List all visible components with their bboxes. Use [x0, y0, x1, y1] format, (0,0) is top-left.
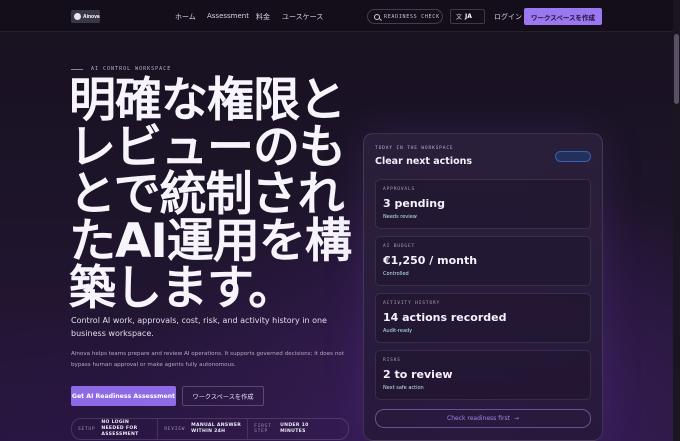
scrollbar-thumb[interactable]	[674, 34, 679, 104]
top-nav: Ainova ホーム Assessment 料金 ユースケース READINES…	[0, 0, 673, 32]
logo[interactable]: Ainova	[71, 10, 100, 23]
card-value: 2 to review	[383, 368, 453, 381]
scrollbar[interactable]	[673, 0, 680, 441]
hero-lead: Control AI work, approvals, cost, risk, …	[71, 316, 327, 338]
fact-key: FIRST STEP	[254, 424, 272, 434]
language-label: JA	[465, 13, 472, 20]
card-label: RISKS	[383, 358, 401, 363]
eyebrow-divider	[71, 69, 83, 70]
hero-facts-strip: SETUP NO LOGIN NEEDED FOR ASSESSMENT REV…	[71, 418, 349, 440]
card-activity-history[interactable]: ACTIVITY HISTORY 14 actions recorded Aud…	[375, 293, 591, 343]
create-workspace-button[interactable]: ワークスペースを作成	[524, 8, 602, 25]
card-status: Next safe action	[383, 385, 424, 391]
card-status: Audit-ready	[383, 328, 413, 334]
logo-mark-icon	[74, 13, 81, 20]
fact-setup: SETUP NO LOGIN NEEDED FOR ASSESSMENT	[72, 419, 157, 439]
fact-value: NO LOGIN NEEDED FOR ASSESSMENT	[101, 420, 139, 437]
nav-link-pricing[interactable]: 料金	[256, 12, 270, 22]
translate-icon: 文	[456, 14, 463, 21]
card-ai-budget[interactable]: AI BUDGET €1,250 / month Controlled	[375, 236, 591, 286]
panel-eyebrow: TODAY IN THE WORKSPACE	[375, 146, 454, 151]
readiness-check-label: READINESS CHECK	[384, 13, 440, 20]
login-link[interactable]: ログイン	[494, 12, 522, 22]
arrow-right-icon: →	[513, 415, 519, 422]
logo-text: Ainova	[83, 13, 100, 20]
status-badge	[555, 151, 591, 162]
card-risks[interactable]: RISKS 2 to review Next safe action	[375, 350, 591, 400]
card-label: ACTIVITY HISTORY	[383, 301, 441, 306]
search-icon	[374, 13, 380, 20]
fact-first-step: FIRST STEP UNDER 10 MINUTES	[247, 419, 320, 439]
nav-link-home[interactable]: ホーム	[175, 12, 196, 22]
fact-key: SETUP	[78, 426, 96, 432]
card-value: €1,250 / month	[383, 254, 478, 267]
hero-eyebrow: AI CONTROL WORKSPACE	[91, 66, 172, 72]
nav-link-use-cases[interactable]: ユースケース	[282, 12, 323, 22]
fact-key: REVIEW	[164, 426, 186, 432]
card-label: APPROVALS	[383, 187, 416, 192]
card-status: Needs review	[383, 214, 417, 220]
create-workspace-secondary-button[interactable]: ワークスペースを作成	[182, 386, 264, 406]
fact-value: UNDER 10 MINUTES	[280, 423, 309, 434]
panel-title: Clear next actions	[375, 156, 473, 167]
card-value: 14 actions recorded	[383, 311, 507, 324]
hero-subtext: Ainova helps teams prepare and review AI…	[71, 351, 345, 368]
card-status: Controlled	[383, 271, 409, 277]
card-approvals[interactable]: APPROVALS 3 pending Needs review	[375, 179, 591, 229]
card-label: AI BUDGET	[383, 244, 416, 249]
readiness-assessment-button[interactable]: Get AI Readiness Assessment	[71, 386, 176, 406]
readiness-check-button[interactable]: READINESS CHECK	[367, 9, 443, 24]
check-readiness-label: Check readiness first	[447, 415, 510, 422]
workspace-summary-panel: TODAY IN THE WORKSPACE Clear next action…	[363, 133, 603, 441]
nav-link-assessment[interactable]: Assessment	[207, 12, 249, 20]
fact-value: MANUAL ANSWER WITHIN 24H	[191, 423, 242, 434]
hero-headline: 明確な権限とレビューのもとで統制されたAI運用を構築します。	[69, 73, 352, 316]
language-selector[interactable]: 文 JA	[450, 9, 485, 24]
card-value: 3 pending	[383, 197, 445, 210]
check-readiness-button[interactable]: Check readiness first →	[375, 409, 591, 428]
fact-review: REVIEW MANUAL ANSWER WITHIN 24H	[157, 419, 247, 439]
